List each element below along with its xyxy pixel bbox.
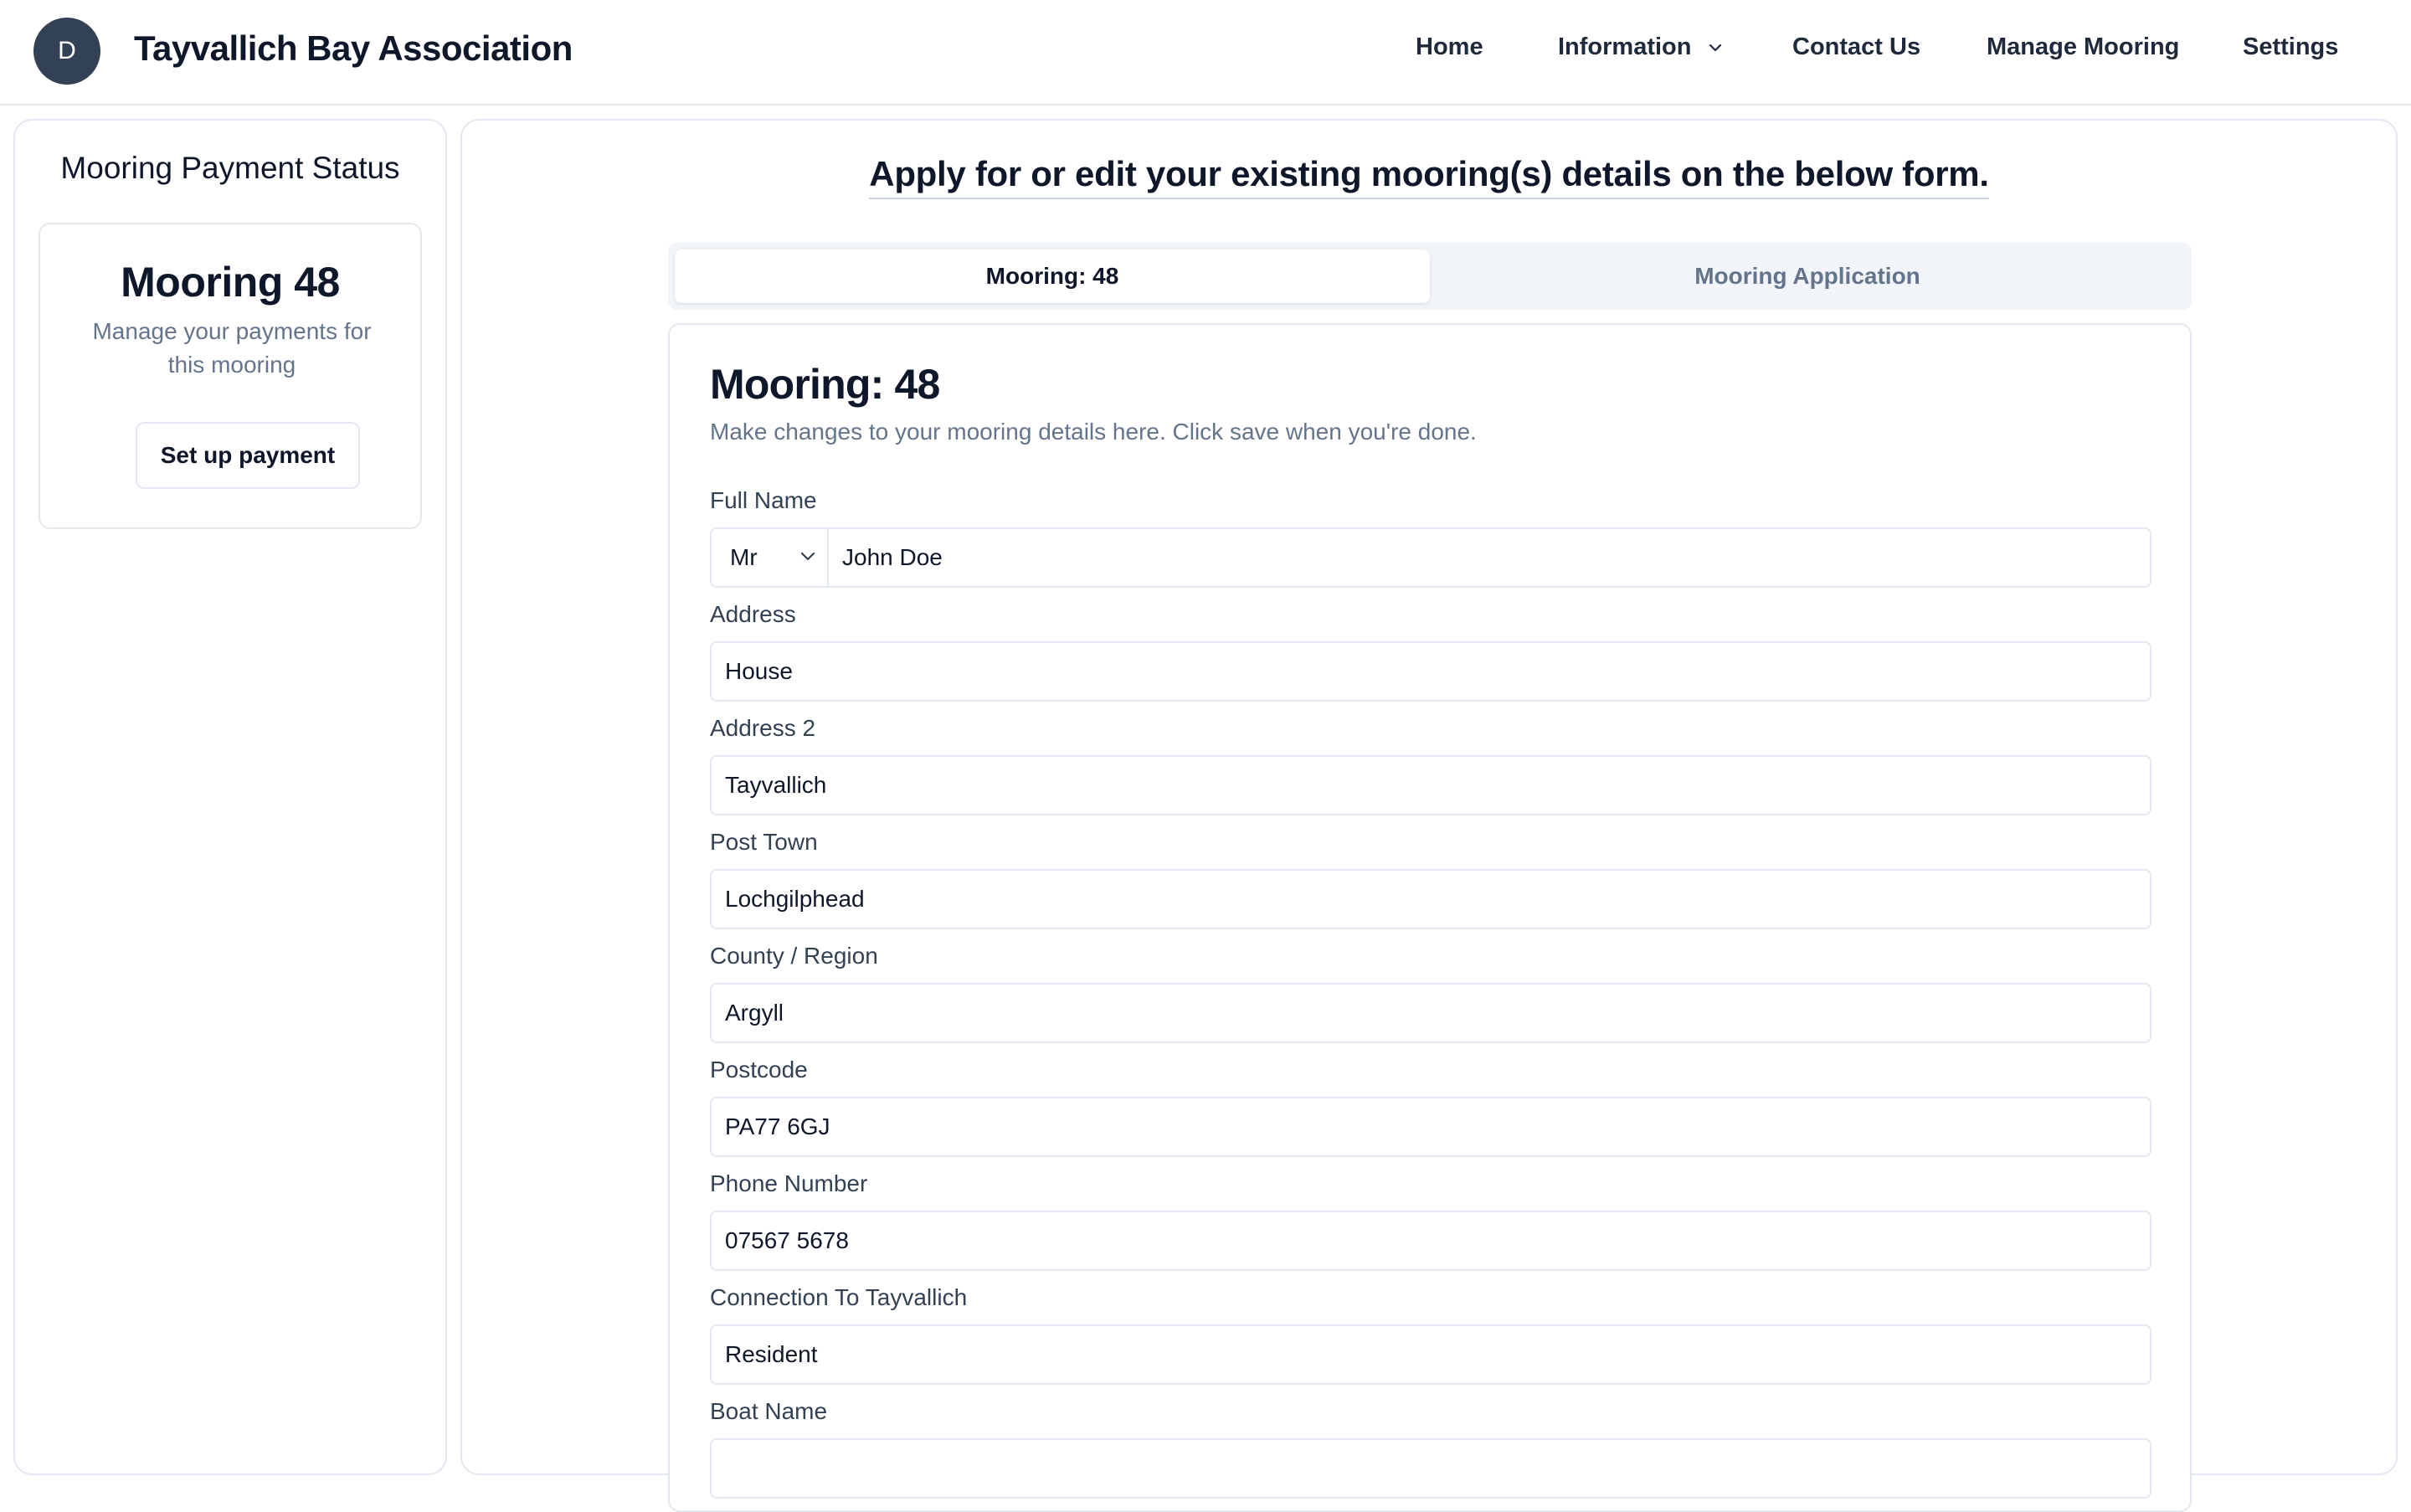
boat-name-label: Boat Name [710, 1398, 828, 1424]
chevron-down-icon [1709, 44, 1721, 52]
mooring-details-form: Mooring: 48 Make changes to your mooring… [668, 323, 2192, 1512]
connection-label: Connection To Tayvallich [710, 1284, 968, 1310]
top-navbar: D Tayvallich Bay Association Home Inform… [0, 0, 2411, 105]
phone-number-label: Phone Number [710, 1170, 868, 1196]
full-name-input[interactable]: John Doe [827, 527, 2151, 588]
mooring-card-title: Mooring 48 [121, 259, 340, 306]
title-select[interactable]: Mr [710, 527, 829, 588]
phone-number-input[interactable]: 07567 5678 [710, 1211, 2151, 1271]
form-title: Mooring: 48 [710, 361, 940, 408]
set-up-payment-button[interactable]: Set up payment [136, 422, 360, 489]
nav-information-label: Information [1558, 33, 1692, 60]
post-town-input[interactable]: Lochgilphead [710, 869, 2151, 929]
tab-mooring-application[interactable]: Mooring Application [1430, 249, 2185, 303]
address-2-input[interactable]: Tayvallich [710, 755, 2151, 815]
mooring-card-description: Manage your payments for this mooring [92, 318, 372, 378]
nav-information[interactable]: Information [1558, 33, 1722, 61]
address-label: Address [710, 601, 796, 627]
user-avatar[interactable]: D [33, 18, 100, 85]
avatar-initial: D [58, 37, 76, 64]
page-heading-text: Apply for or edit your existing mooring(… [869, 154, 1989, 199]
tab-mooring-48[interactable]: Mooring: 48 [675, 249, 1430, 303]
title-select-value: Mr [730, 544, 758, 570]
mooring-tabs: Mooring: 48 Mooring Application [668, 243, 2192, 310]
nav-settings[interactable]: Settings [2243, 33, 2338, 61]
connection-input[interactable]: Resident [710, 1324, 2151, 1385]
nav-manage-mooring[interactable]: Manage Mooring [1987, 33, 2179, 61]
page-heading: Apply for or edit your existing mooring(… [462, 154, 2396, 199]
postcode-label: Postcode [710, 1057, 808, 1083]
nav-home[interactable]: Home [1416, 33, 1483, 61]
post-town-label: Post Town [710, 829, 818, 855]
county-region-input[interactable]: Argyll [710, 983, 2151, 1043]
full-name-label: Full Name [710, 487, 817, 513]
form-description: Make changes to your mooring details her… [710, 419, 1477, 445]
sidebar-title: Mooring Payment Status [60, 151, 400, 185]
chevron-down-icon [800, 552, 815, 561]
county-region-label: County / Region [710, 943, 878, 969]
mooring-payment-card: Mooring 48 Manage your payments for this… [39, 223, 422, 529]
nav-contact-us[interactable]: Contact Us [1792, 33, 1920, 61]
boat-name-input[interactable] [710, 1438, 2151, 1499]
site-title[interactable]: Tayvallich Bay Association [134, 28, 573, 69]
postcode-input[interactable]: PA77 6GJ [710, 1097, 2151, 1157]
mooring-form-panel: Apply for or edit your existing mooring(… [460, 119, 2398, 1512]
address-2-label: Address 2 [710, 715, 816, 741]
payment-status-sidebar: Mooring Payment Status Mooring 48 Manage… [13, 119, 447, 1475]
address-input[interactable]: House [710, 641, 2151, 702]
